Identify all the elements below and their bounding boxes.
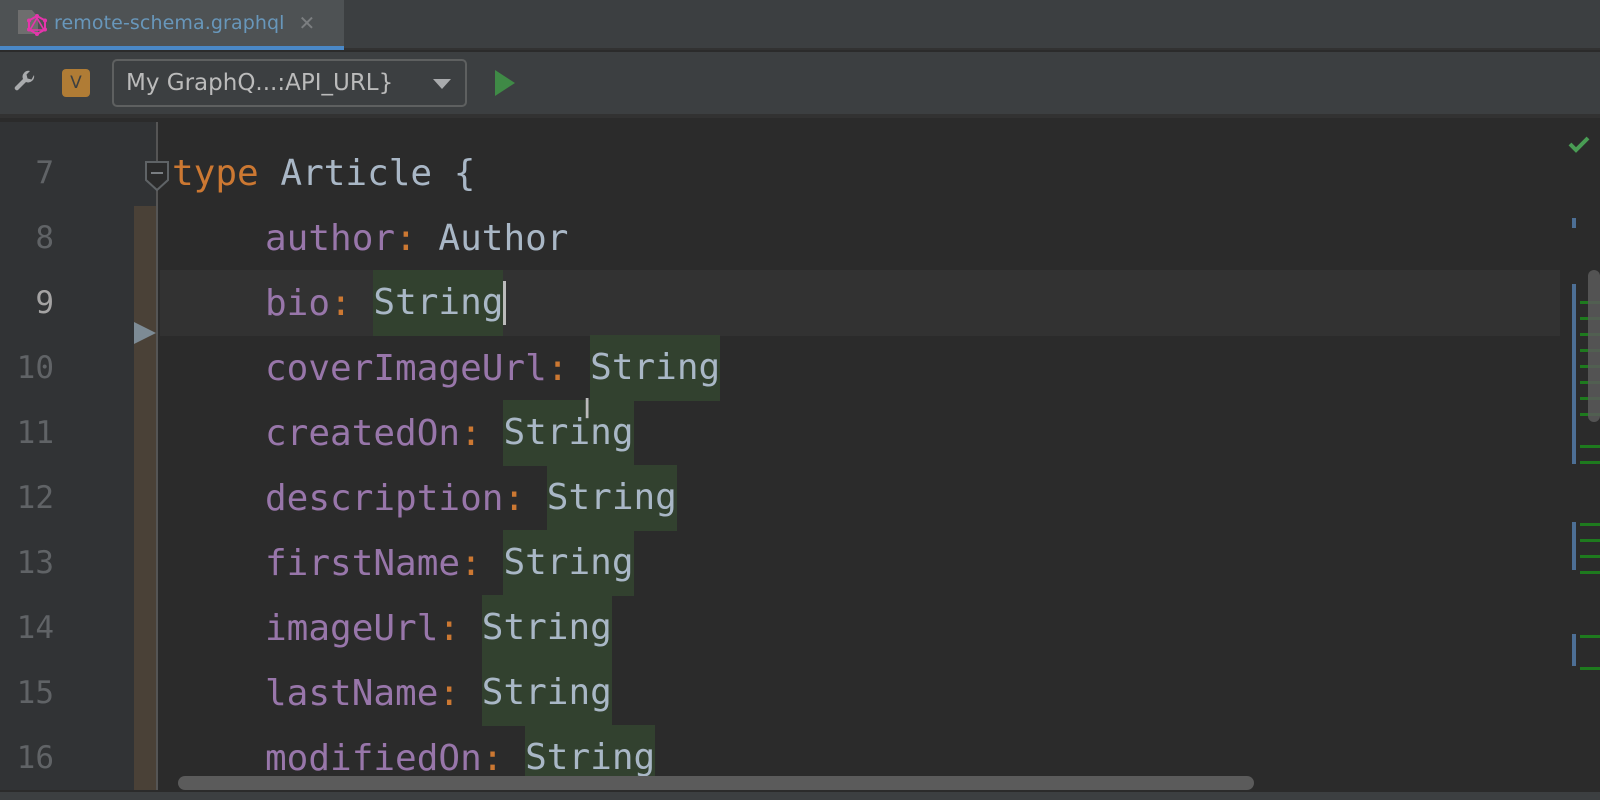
line-number: 7 xyxy=(35,155,54,191)
text-cursor xyxy=(503,281,507,325)
colon: : xyxy=(438,607,461,649)
code-line: createdOn: String xyxy=(265,400,634,466)
variables-badge[interactable]: V xyxy=(62,69,90,97)
added-line-marker[interactable] xyxy=(1580,539,1600,542)
field-name: imageUrl xyxy=(265,607,439,649)
field-name: firstName xyxy=(265,542,461,584)
field-type: Author xyxy=(438,217,569,259)
vertical-scrollbar[interactable] xyxy=(1588,270,1600,422)
added-line-marker[interactable] xyxy=(1580,571,1600,574)
line-number: 10 xyxy=(16,350,54,386)
added-line-marker[interactable] xyxy=(1580,523,1600,526)
code-line: author: Author xyxy=(265,205,568,271)
mouse-ibeam-cursor: I xyxy=(583,392,592,425)
field-name: author xyxy=(265,217,396,259)
gutter-divider xyxy=(156,122,158,790)
field-name: bio xyxy=(265,282,331,324)
status-bar-edge xyxy=(0,792,1600,800)
endpoint-selector-value: My GraphQ...:API_URL} xyxy=(126,70,394,96)
added-line-marker[interactable] xyxy=(1580,667,1600,670)
line-number: 13 xyxy=(16,545,54,581)
colon: : xyxy=(460,412,482,454)
field-name: coverImageUrl xyxy=(265,347,547,389)
graphql-file-icon xyxy=(18,8,48,38)
change-stripe[interactable] xyxy=(1572,218,1576,228)
field-name: createdOn xyxy=(265,412,461,454)
code-line: description: String xyxy=(265,465,677,531)
colon: : xyxy=(546,347,569,389)
line-number: 12 xyxy=(16,480,54,516)
colon: : xyxy=(395,217,417,259)
change-stripe[interactable] xyxy=(1572,284,1576,464)
code-line: type Article { xyxy=(172,140,475,206)
colon: : xyxy=(438,672,461,714)
field-type: String xyxy=(590,335,721,401)
added-line-marker[interactable] xyxy=(1580,461,1600,464)
code-line: imageUrl: String xyxy=(265,595,612,661)
run-icon[interactable] xyxy=(495,70,515,96)
colon: : xyxy=(503,477,526,519)
code-line: lastName: String xyxy=(265,660,612,726)
graphql-toolbar: V My GraphQ...:API_URL} xyxy=(0,52,1600,118)
line-number: 14 xyxy=(16,610,54,646)
line-number-current: 9 xyxy=(35,285,54,321)
vcs-arrow-icon[interactable] xyxy=(134,322,156,344)
keyword: type xyxy=(172,152,259,194)
vcs-change-marker[interactable] xyxy=(134,206,156,790)
no-problems-check-icon[interactable] xyxy=(1568,135,1590,153)
added-line-marker[interactable] xyxy=(1580,635,1600,638)
colon: : xyxy=(481,737,504,779)
added-line-marker[interactable] xyxy=(1580,445,1600,448)
tab-remote-schema[interactable]: remote-schema.graphql ✕ xyxy=(0,0,344,50)
code-line-current: bio: String xyxy=(265,270,507,336)
added-line-marker[interactable] xyxy=(1580,555,1600,558)
field-name: lastName xyxy=(265,672,439,714)
line-number: 16 xyxy=(16,740,54,776)
field-name: description xyxy=(265,477,504,519)
field-type: String xyxy=(373,270,504,336)
change-stripe[interactable] xyxy=(1572,522,1576,570)
field-type: String xyxy=(503,400,634,466)
field-type: String xyxy=(546,465,677,531)
line-number: 15 xyxy=(16,675,54,711)
code-area[interactable]: type Article { author: Author bio: Strin… xyxy=(160,122,1560,790)
editor-tab-bar: remote-schema.graphql ✕ xyxy=(0,0,1600,50)
colon: : xyxy=(460,542,482,584)
field-type: String xyxy=(481,595,612,661)
field-name: modifiedOn xyxy=(265,737,482,779)
type-name: Article xyxy=(280,152,433,194)
colon: : xyxy=(330,282,352,324)
brace: { xyxy=(453,152,476,194)
line-number: 8 xyxy=(35,220,54,256)
line-number: 11 xyxy=(16,415,54,451)
chevron-down-icon xyxy=(433,79,451,89)
close-tab-icon[interactable]: ✕ xyxy=(299,11,316,35)
endpoint-selector[interactable]: My GraphQ...:API_URL} xyxy=(112,59,467,107)
wrench-icon[interactable] xyxy=(10,68,40,98)
change-stripe[interactable] xyxy=(1572,634,1576,666)
code-line: coverImageUrl: String xyxy=(265,335,721,401)
tab-label: remote-schema.graphql xyxy=(54,12,285,34)
field-type: String xyxy=(503,530,634,596)
code-line: firstName: String xyxy=(265,530,634,596)
field-type: String xyxy=(481,660,612,726)
code-editor[interactable]: 7 8 9 10 11 12 13 14 15 16 type Article … xyxy=(0,122,1600,790)
horizontal-scrollbar[interactable] xyxy=(178,776,1254,790)
